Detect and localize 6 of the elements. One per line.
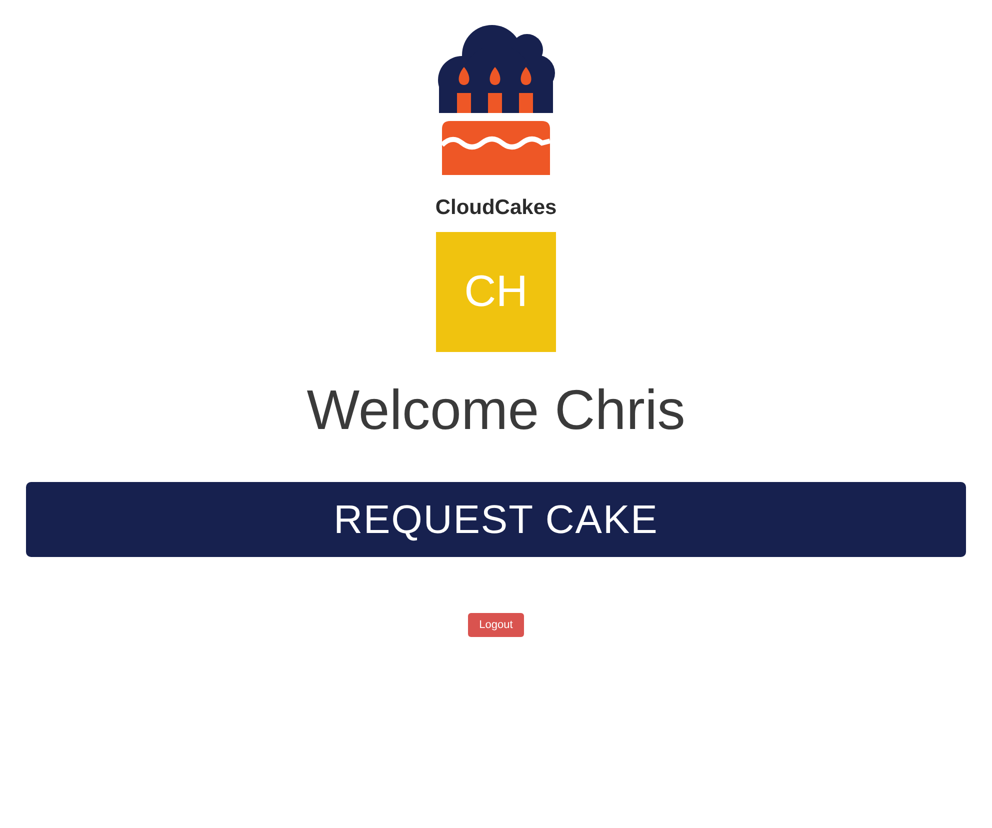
request-button[interactable]: REQUEST CAKE [26, 482, 966, 557]
brand-name: CloudCakes [435, 197, 557, 218]
logout-button[interactable]: Logout [468, 613, 524, 637]
welcome-heading: Welcome Chris [306, 382, 686, 438]
cloud-cake-logo-icon [437, 25, 555, 175]
user-avatar: CH [436, 232, 556, 352]
